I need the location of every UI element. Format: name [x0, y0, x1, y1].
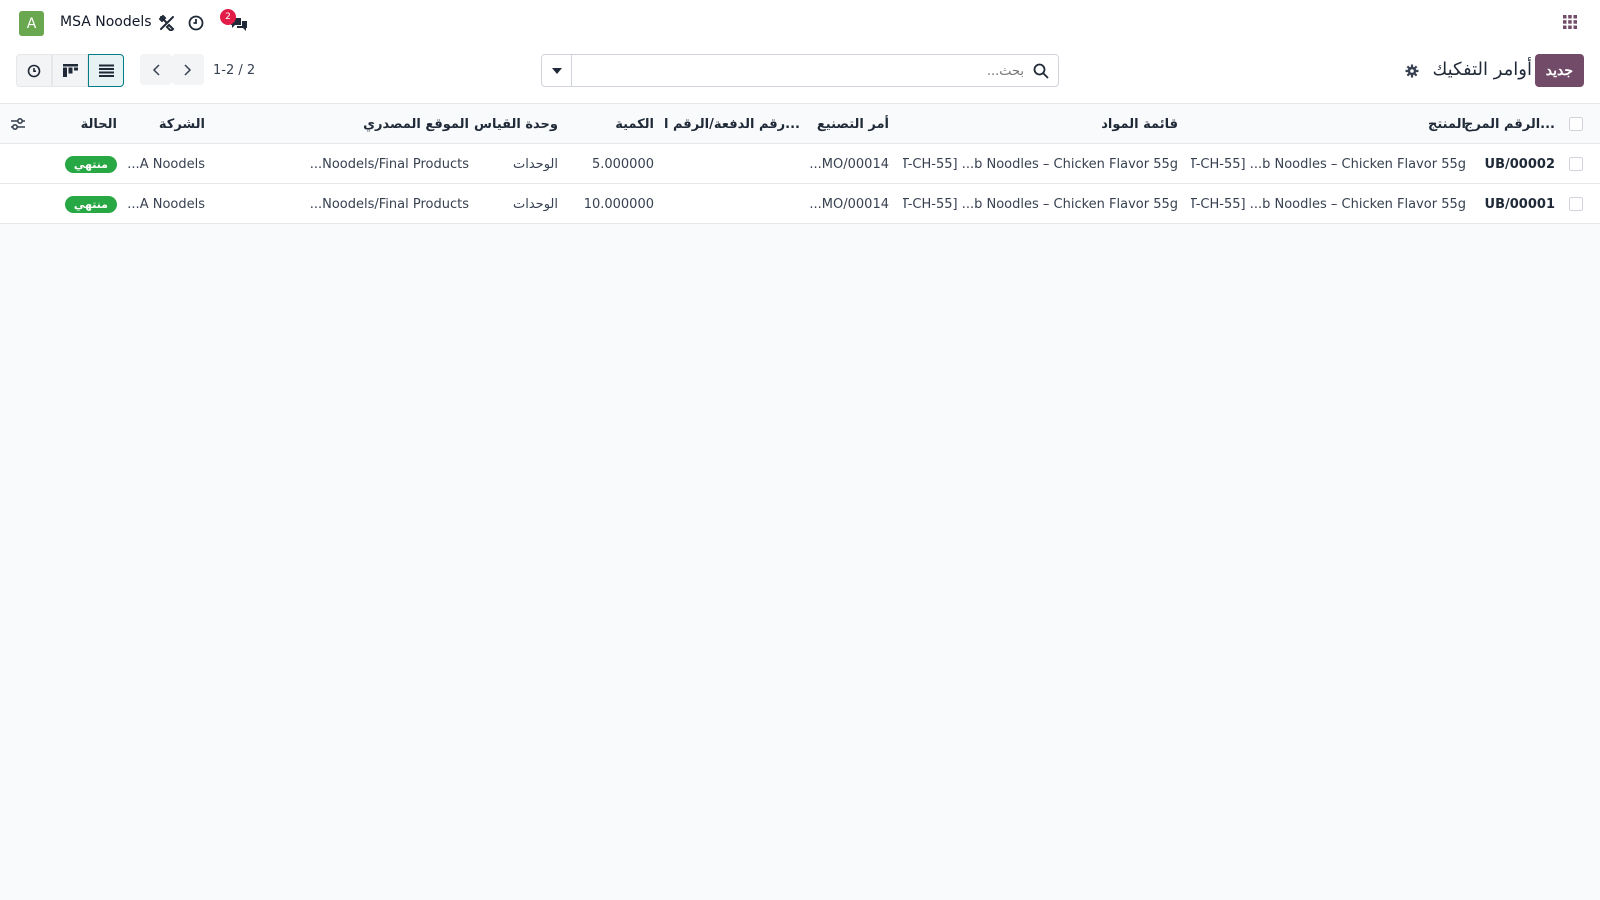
- list-icon: [98, 64, 114, 77]
- cell-lot-serial: [664, 184, 800, 224]
- cell-company: ...A Noodels: [127, 156, 205, 172]
- chevron-left-icon: [152, 63, 160, 76]
- row-checkbox[interactable]: [1569, 157, 1583, 171]
- select-all-checkbox[interactable]: [1569, 117, 1583, 131]
- column-header-lot-serial[interactable]: رقم الدفعة/الرقم التس...: [664, 104, 800, 144]
- cell-company: ...A Noodels: [127, 196, 205, 212]
- cell-uom: الوحدات: [513, 156, 558, 172]
- apps-grid-icon[interactable]: [1562, 14, 1580, 32]
- new-button[interactable]: جديد: [1534, 54, 1584, 87]
- kanban-icon: [62, 64, 78, 77]
- cell-source-location: ...Noodels/Final Products: [309, 196, 469, 212]
- chat-badge: 2: [220, 9, 236, 25]
- clock-icon: [27, 64, 41, 77]
- column-header-product[interactable]: المنتج: [1196, 104, 1466, 144]
- pager-next-button[interactable]: [172, 54, 204, 85]
- pager-previous-button[interactable]: [140, 54, 172, 85]
- clock-icon[interactable]: [185, 12, 207, 34]
- list-view-button[interactable]: [88, 54, 124, 87]
- row-checkbox[interactable]: [1569, 197, 1583, 211]
- company-avatar[interactable]: A: [19, 11, 44, 36]
- cell-source-location: ...Noodels/Final Products: [309, 156, 469, 172]
- search-icon[interactable]: [1033, 63, 1049, 79]
- cell-quantity: 5.000000: [591, 156, 654, 172]
- gear-icon[interactable]: [1405, 64, 1419, 78]
- cell-quantity: 10.000000: [583, 196, 654, 212]
- disassembly-orders-table: الرقم المرج... المنتج قائمة المواد أمر ا…: [0, 104, 1600, 224]
- cell-uom: الوحدات: [513, 196, 558, 212]
- column-header-bom[interactable]: قائمة المواد: [908, 104, 1178, 144]
- search-options-toggle[interactable]: [542, 55, 572, 86]
- column-header-source-location[interactable]: الموقع المصدري: [299, 104, 469, 144]
- chevron-right-icon: [184, 63, 192, 76]
- tools-icon[interactable]: [156, 12, 178, 34]
- company-name[interactable]: MSA Noodels: [60, 14, 152, 30]
- pager-value[interactable]: 1-2 / 2: [213, 63, 255, 78]
- caret-down-icon: [551, 67, 562, 74]
- column-header-manufacturing-order[interactable]: أمر التصنيع: [793, 104, 889, 144]
- cell-product: [AT-CH-55] ...b Noodles – Chicken Flavor…: [1191, 196, 1466, 212]
- status-badge: منتهي: [64, 195, 117, 213]
- cell-bom: [AT-CH-55] ...b Noodles – Chicken Flavor…: [903, 196, 1178, 212]
- optional-columns-icon[interactable]: [10, 116, 26, 132]
- search-input[interactable]: [584, 61, 1024, 81]
- activity-view-button[interactable]: [16, 54, 52, 87]
- search-bar: [541, 54, 1059, 87]
- status-badge: منتهي: [64, 155, 117, 173]
- column-header-company[interactable]: الشركة: [125, 104, 205, 144]
- table-row[interactable]: UB/00001 [AT-CH-55] ...b Noodles – Chick…: [0, 184, 1600, 224]
- control-panel: جديد أوامر التفكيك 1-2 / 2: [0, 46, 1600, 104]
- cell-lot-serial: [664, 144, 800, 184]
- cell-manufacturing-order: ...MO/00014: [809, 156, 889, 172]
- cell-state: منتهي: [47, 184, 117, 224]
- column-header-quantity[interactable]: الكمية: [554, 104, 654, 144]
- cell-manufacturing-order: ...MO/00014: [809, 196, 889, 212]
- top-navbar: A MSA Noodels 2: [0, 0, 1600, 46]
- cell-bom: [AT-CH-55] ...b Noodles – Chicken Flavor…: [903, 156, 1178, 172]
- page-title: أوامر التفكيك: [1432, 59, 1532, 80]
- cell-state: منتهي: [47, 144, 117, 184]
- table-row[interactable]: UB/00002 [AT-CH-55] ...b Noodles – Chick…: [0, 144, 1600, 184]
- kanban-view-button[interactable]: [52, 54, 88, 87]
- column-header-uom[interactable]: وحدة القياس: [458, 104, 558, 144]
- table-header: الرقم المرج... المنتج قائمة المواد أمر ا…: [0, 104, 1600, 144]
- column-header-state[interactable]: الحالة: [47, 104, 117, 144]
- cell-product: [AT-CH-55] ...b Noodles – Chicken Flavor…: [1191, 156, 1466, 172]
